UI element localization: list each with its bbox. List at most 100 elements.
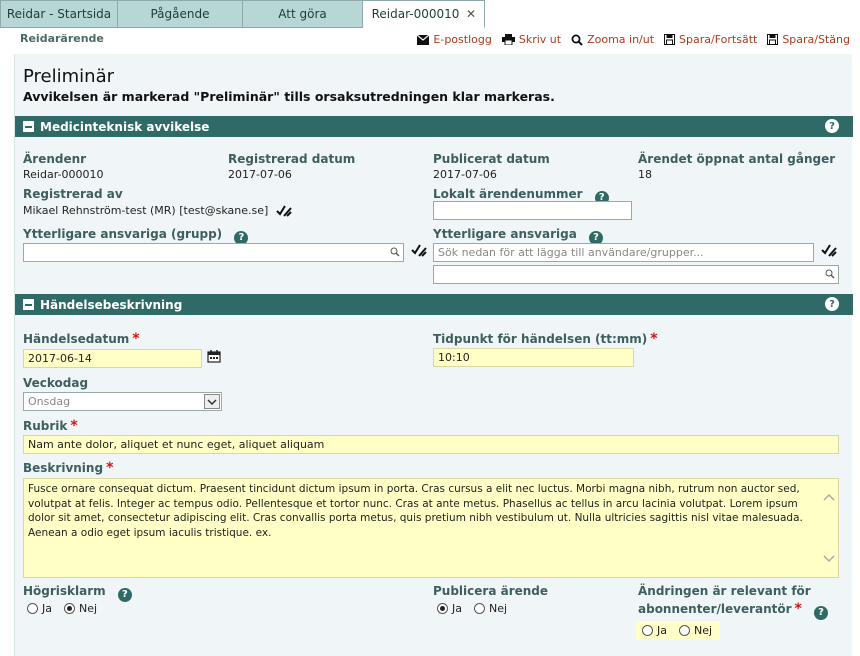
section-handelsebeskrivning-header[interactable]: Händelsebeskrivning ?	[15, 294, 853, 315]
label-text: abonnenter/leverantör	[638, 602, 792, 616]
help-icon[interactable]: ?	[814, 605, 829, 620]
label-text: Ytterligare ansvariga (grupp)	[23, 227, 223, 241]
ytterligare-ansvariga-input[interactable]: Sök nedan för att lägga till användare/g…	[433, 243, 814, 262]
label-text: Beskrivning	[23, 461, 104, 475]
hogrisklarm-nej-radio[interactable]: Nej	[64, 602, 97, 615]
label-text: Ytterligare ansvariga	[433, 227, 577, 241]
publicerat-datum-value: 2017-07-06	[433, 168, 497, 181]
tab-startsida[interactable]: Reidar - Startsida	[0, 0, 118, 28]
handelsedatum-input[interactable]: 2017-06-14	[23, 349, 202, 368]
close-icon[interactable]: ✕	[466, 7, 476, 21]
radio-label: Nej	[694, 624, 713, 637]
registrerad-datum-label: Registrerad datum	[228, 152, 356, 166]
hogrisklarm-radio-group: Ja Nej	[27, 602, 97, 615]
toolbar-label: Skriv ut	[518, 33, 562, 46]
case-form: Preliminär Avvikelsen är markerad "Preli…	[14, 54, 853, 656]
tidpunkt-input[interactable]: 10:10	[433, 348, 634, 367]
tab-reidar-000010[interactable]: Reidar-000010 ✕	[363, 0, 485, 28]
registrerad-datum-value: 2017-07-06	[228, 168, 292, 181]
help-icon[interactable]: ?	[117, 587, 132, 602]
lokalt-arendenummer-input[interactable]	[433, 201, 632, 220]
search-icon[interactable]	[390, 247, 400, 257]
help-icon[interactable]: ?	[825, 119, 839, 133]
radio-circle[interactable]	[64, 603, 75, 614]
radio-circle[interactable]	[474, 603, 485, 614]
chevron-up-icon[interactable]	[823, 493, 835, 501]
required-marker: *	[794, 601, 802, 617]
search-icon[interactable]	[825, 269, 835, 279]
chevron-down-icon[interactable]	[204, 394, 220, 409]
required-marker: *	[106, 460, 114, 476]
andringen-label-line2: abonnenter/leverantör * ?	[638, 601, 829, 620]
page-header: Reidarärende E-postlogg Skriv ut Zooma i…	[0, 28, 860, 54]
email-log-button[interactable]: E-postlogg	[417, 33, 492, 46]
toolbar: E-postlogg Skriv ut Zooma in/ut Spara/Fo…	[417, 33, 850, 46]
toolbar-label: E-postlogg	[433, 33, 492, 46]
oppnat-label: Ärendet öppnat antal gånger	[638, 152, 836, 166]
beskrivning-label: Beskrivning *	[23, 460, 113, 476]
publicerat-datum-label: Publicerat datum	[433, 152, 550, 166]
ytterligare-ansvariga-search-input[interactable]	[433, 265, 839, 284]
section-title: Medicinteknisk avvikelse	[40, 119, 210, 134]
save-close-button[interactable]: Spara/Stäng	[767, 33, 850, 46]
arendenr-value: Reidar-000010	[23, 168, 104, 181]
hogrisklarm-ja-radio[interactable]: Ja	[27, 602, 52, 615]
toolbar-label: Zooma in/ut	[587, 33, 655, 46]
registrerad-av-label: Registrerad av	[23, 187, 123, 201]
magnifier-icon	[571, 34, 583, 46]
label-text: Rubrik	[23, 419, 68, 433]
collapse-icon[interactable]	[23, 121, 34, 132]
printer-icon	[501, 34, 515, 45]
textarea-text: Fusce ornare consequat dictum. Praesent …	[28, 483, 803, 539]
radio-label: Ja	[657, 624, 667, 637]
required-marker: *	[70, 418, 78, 434]
label-text: Tidpunkt för händelsen (tt:mm)	[433, 332, 648, 346]
veckodag-label: Veckodag	[23, 376, 89, 390]
calendar-icon[interactable]	[207, 349, 221, 363]
radio-circle[interactable]	[437, 603, 448, 614]
rubrik-input[interactable]: Nam ante dolor, aliquet et nunc eget, al…	[23, 435, 839, 454]
ytterligare-grupp-input[interactable]	[23, 243, 404, 262]
radio-circle[interactable]	[27, 603, 38, 614]
tab-label: Att göra	[278, 7, 327, 21]
hogrisklarm-label: Högrisklarm ?	[23, 584, 132, 602]
select-value: Onsdag	[28, 395, 71, 408]
required-marker: *	[132, 331, 140, 347]
textarea-scrollbar[interactable]	[820, 479, 838, 577]
edit-user-icon[interactable]	[411, 243, 427, 257]
toolbar-label: Spara/Stäng	[782, 33, 850, 46]
breadcrumb: Reidarärende	[20, 32, 104, 45]
tidpunkt-label: Tidpunkt för händelsen (tt:mm) *	[433, 331, 658, 347]
radio-circle[interactable]	[679, 625, 690, 636]
andringen-radio-group: Ja Nej	[636, 621, 721, 640]
envelope-icon	[417, 34, 430, 45]
radio-circle[interactable]	[642, 625, 653, 636]
toolbar-label: Spara/Fortsätt	[679, 33, 758, 46]
publicera-nej-radio[interactable]: Nej	[474, 602, 507, 615]
beskrivning-textarea[interactable]: Fusce ornare consequat dictum. Praesent …	[23, 478, 839, 578]
edit-user-icon[interactable]	[821, 243, 837, 257]
label-text: Lokalt ärendenummer	[433, 187, 583, 201]
andringen-label-line1: Ändringen är relevant för	[638, 584, 811, 598]
tab-pagaende[interactable]: Pågående	[118, 0, 243, 28]
chevron-down-icon[interactable]	[823, 555, 835, 563]
section-medicinteknisk-header[interactable]: Medicinteknisk avvikelse ?	[15, 116, 853, 137]
publicera-radio-group: Ja Nej	[437, 602, 507, 615]
save-continue-button[interactable]: Spara/Fortsätt	[664, 33, 757, 46]
andringen-ja-radio[interactable]: Ja	[642, 624, 667, 637]
radio-label: Nej	[79, 602, 98, 615]
collapse-icon[interactable]	[23, 299, 34, 310]
andringen-nej-radio[interactable]: Nej	[679, 624, 712, 637]
tab-bar: Reidar - Startsida Pågående Att göra Rei…	[0, 0, 860, 28]
publicera-ja-radio[interactable]: Ja	[437, 602, 462, 615]
tab-att-gora[interactable]: Att göra	[243, 0, 363, 28]
ytterligare-grupp-label: Ytterligare ansvariga (grupp) ?	[23, 227, 249, 245]
edit-user-icon[interactable]	[276, 204, 292, 217]
tab-label: Reidar-000010	[371, 7, 460, 21]
help-icon[interactable]: ?	[825, 297, 839, 311]
print-button[interactable]: Skriv ut	[501, 33, 562, 46]
veckodag-select[interactable]: Onsdag	[23, 392, 222, 411]
zoom-button[interactable]: Zooma in/ut	[571, 33, 654, 46]
rubrik-label: Rubrik *	[23, 418, 78, 434]
status-subtitle: Avvikelsen är markerad "Preliminär" till…	[23, 89, 555, 104]
